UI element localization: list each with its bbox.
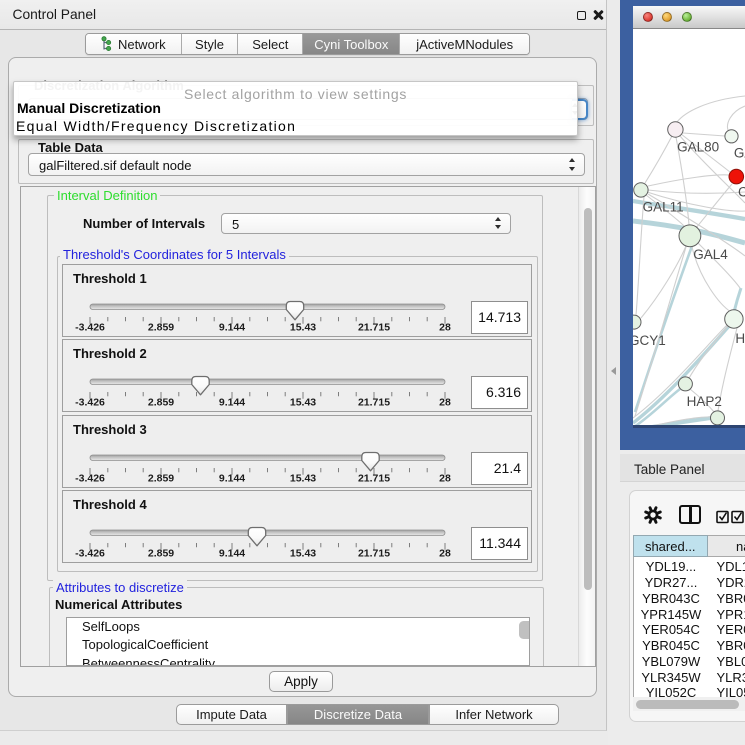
svg-text:9.144: 9.144: [219, 547, 245, 559]
svg-text:28: 28: [439, 547, 451, 559]
svg-text:GCY1: GCY1: [633, 333, 666, 348]
svg-text:9.144: 9.144: [219, 322, 245, 334]
svg-text:GA: GA: [734, 146, 745, 161]
svg-text:28: 28: [439, 397, 451, 409]
svg-text:HA: HA: [735, 331, 745, 346]
svg-text:15.43: 15.43: [290, 397, 316, 409]
svg-text:15.43: 15.43: [290, 472, 316, 484]
svg-text:15.43: 15.43: [290, 322, 316, 334]
svg-text:GAL11: GAL11: [643, 200, 684, 215]
svg-text:2.859: 2.859: [148, 397, 174, 409]
svg-text:15.43: 15.43: [290, 547, 316, 559]
svg-text:9.144: 9.144: [219, 397, 245, 409]
svg-text:28: 28: [439, 472, 451, 484]
svg-text:HAP2: HAP2: [687, 394, 722, 409]
svg-text:28: 28: [439, 322, 451, 334]
svg-text:-3.426: -3.426: [75, 472, 105, 484]
svg-text:C: C: [738, 185, 745, 200]
svg-text:2.859: 2.859: [148, 547, 174, 559]
svg-text:21.715: 21.715: [358, 397, 390, 409]
svg-text:GAL80: GAL80: [677, 139, 719, 154]
svg-text:21.715: 21.715: [358, 547, 390, 559]
svg-text:2.859: 2.859: [148, 472, 174, 484]
svg-text:GAL4: GAL4: [693, 247, 728, 262]
svg-text:-3.426: -3.426: [75, 547, 105, 559]
svg-text:-3.426: -3.426: [75, 322, 105, 334]
svg-text:21.715: 21.715: [358, 322, 390, 334]
svg-text:-3.426: -3.426: [75, 397, 105, 409]
svg-text:9.144: 9.144: [219, 472, 245, 484]
svg-text:2.859: 2.859: [148, 322, 174, 334]
svg-text:21.715: 21.715: [358, 472, 390, 484]
